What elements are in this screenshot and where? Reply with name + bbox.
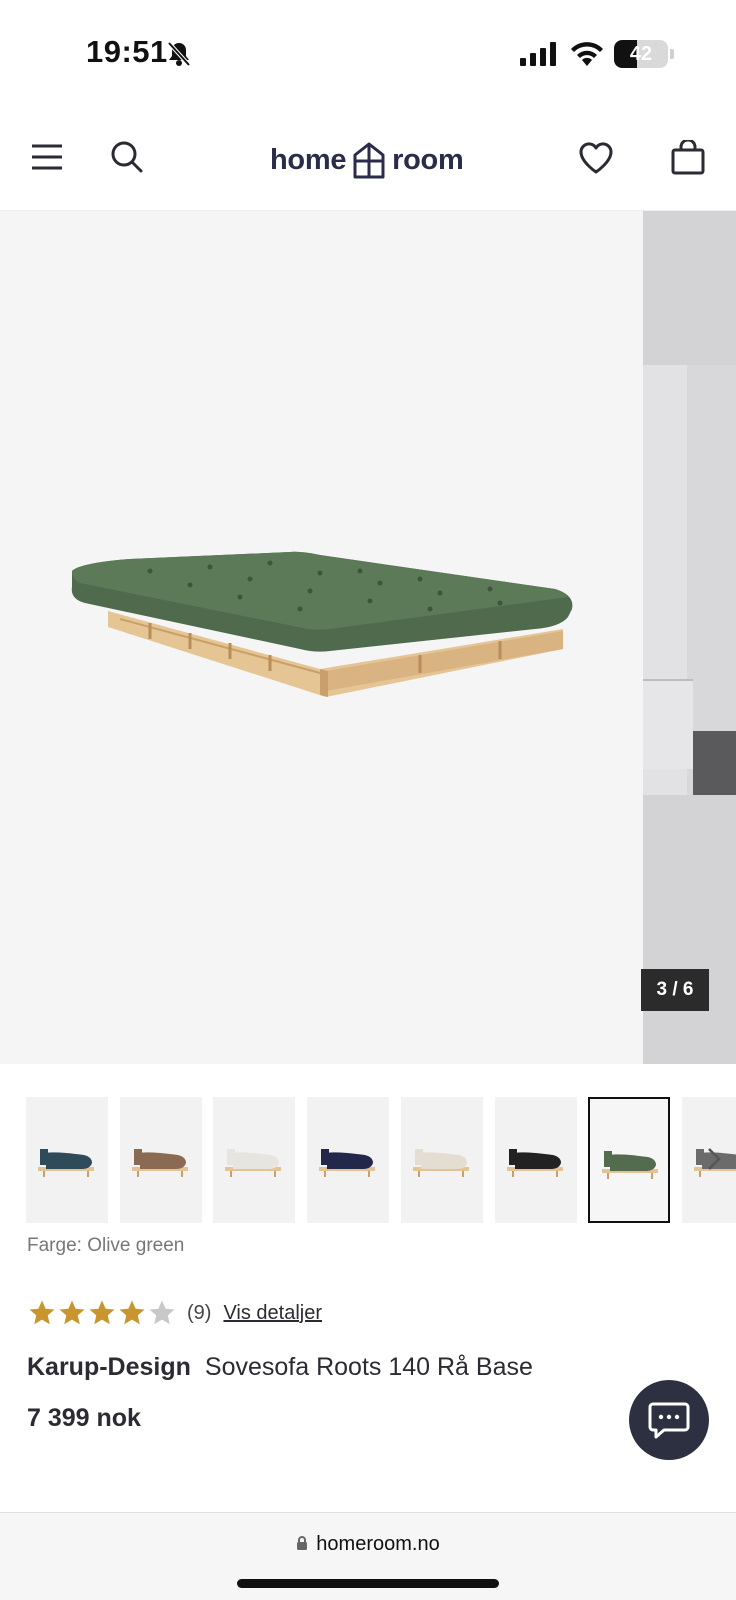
battery-tip <box>670 49 674 59</box>
sofa-thumbnail-image <box>38 1149 94 1177</box>
product-name: Sovesofa Roots 140 Rå Base <box>204 1353 533 1381</box>
shopping-bag-icon <box>671 140 705 175</box>
sofa-thumbnail-image <box>506 1149 563 1177</box>
status-time: 19:51 <box>86 34 168 69</box>
view-details-link[interactable]: Vis detaljer <box>223 1302 322 1325</box>
menu-button[interactable] <box>26 136 68 178</box>
site-header: home room <box>0 108 736 211</box>
futon-sofa-bed-image <box>71 551 573 697</box>
room-floor <box>693 731 736 795</box>
bell-slash-icon <box>167 41 191 67</box>
logo-text-home: home <box>270 143 347 176</box>
color-thumbnail-strip[interactable] <box>26 1097 736 1223</box>
star-empty-icon <box>149 1300 175 1325</box>
cellular-signal-icon <box>520 42 556 66</box>
menu-icon <box>32 144 62 170</box>
sofa-thumbnail-image <box>131 1149 188 1177</box>
heart-icon <box>579 142 613 174</box>
star-filled-icon <box>59 1300 85 1325</box>
color-thumbnail[interactable] <box>119 1097 202 1223</box>
url-text: homeroom.no <box>316 1533 440 1555</box>
rating-stars <box>27 1298 177 1328</box>
cart-button[interactable] <box>666 136 710 180</box>
search-icon <box>111 141 143 173</box>
wifi-icon <box>571 42 603 66</box>
color-thumbnail[interactable] <box>26 1097 108 1223</box>
status-bar: 19:51 42 <box>0 0 736 108</box>
sofa-thumbnail-image <box>412 1149 469 1177</box>
star-filled-icon <box>119 1300 145 1325</box>
review-count: (9) <box>187 1301 212 1324</box>
color-thumbnail[interactable] <box>494 1097 577 1223</box>
product-title: Karup-Design Sovesofa Roots 140 Rå Base <box>27 1353 533 1382</box>
sofa-thumbnail-image <box>225 1149 282 1177</box>
product-price: 7 399 nok <box>27 1404 141 1432</box>
product-image-main[interactable] <box>0 211 643 1064</box>
selected-color-label: Farge: Olive green <box>27 1235 185 1256</box>
color-thumbnail[interactable] <box>588 1097 671 1223</box>
search-button[interactable] <box>106 136 148 178</box>
product-rating: (9) Vis detaljer <box>27 1296 322 1330</box>
url-display[interactable]: homeroom.no <box>0 1533 736 1556</box>
sofa-thumbnail-image <box>602 1151 659 1179</box>
room-radiator <box>643 679 693 769</box>
site-logo[interactable]: home room <box>270 138 464 182</box>
wishlist-button[interactable] <box>574 136 618 180</box>
home-indicator[interactable] <box>237 1579 499 1588</box>
gallery-page-counter: 3 / 6 <box>641 969 709 1011</box>
battery-level: 42 <box>629 43 653 65</box>
lock-icon <box>297 1536 308 1550</box>
house-logo-icon <box>353 142 385 179</box>
chevron-right-icon[interactable] <box>706 1146 722 1172</box>
color-thumbnail[interactable] <box>400 1097 483 1223</box>
sofa-thumbnail-image <box>319 1149 376 1177</box>
star-filled-icon <box>29 1300 55 1325</box>
color-thumbnail[interactable] <box>307 1097 390 1223</box>
battery-icon: 42 <box>614 40 668 68</box>
product-image-gallery[interactable] <box>0 211 736 1064</box>
star-filled-icon <box>89 1300 115 1325</box>
logo-text-room: room <box>392 143 464 176</box>
product-image-next[interactable] <box>643 211 736 1064</box>
color-thumbnail[interactable] <box>213 1097 296 1223</box>
chat-icon <box>648 1402 690 1439</box>
chat-button[interactable] <box>629 1380 709 1460</box>
product-brand[interactable]: Karup-Design <box>27 1353 191 1381</box>
